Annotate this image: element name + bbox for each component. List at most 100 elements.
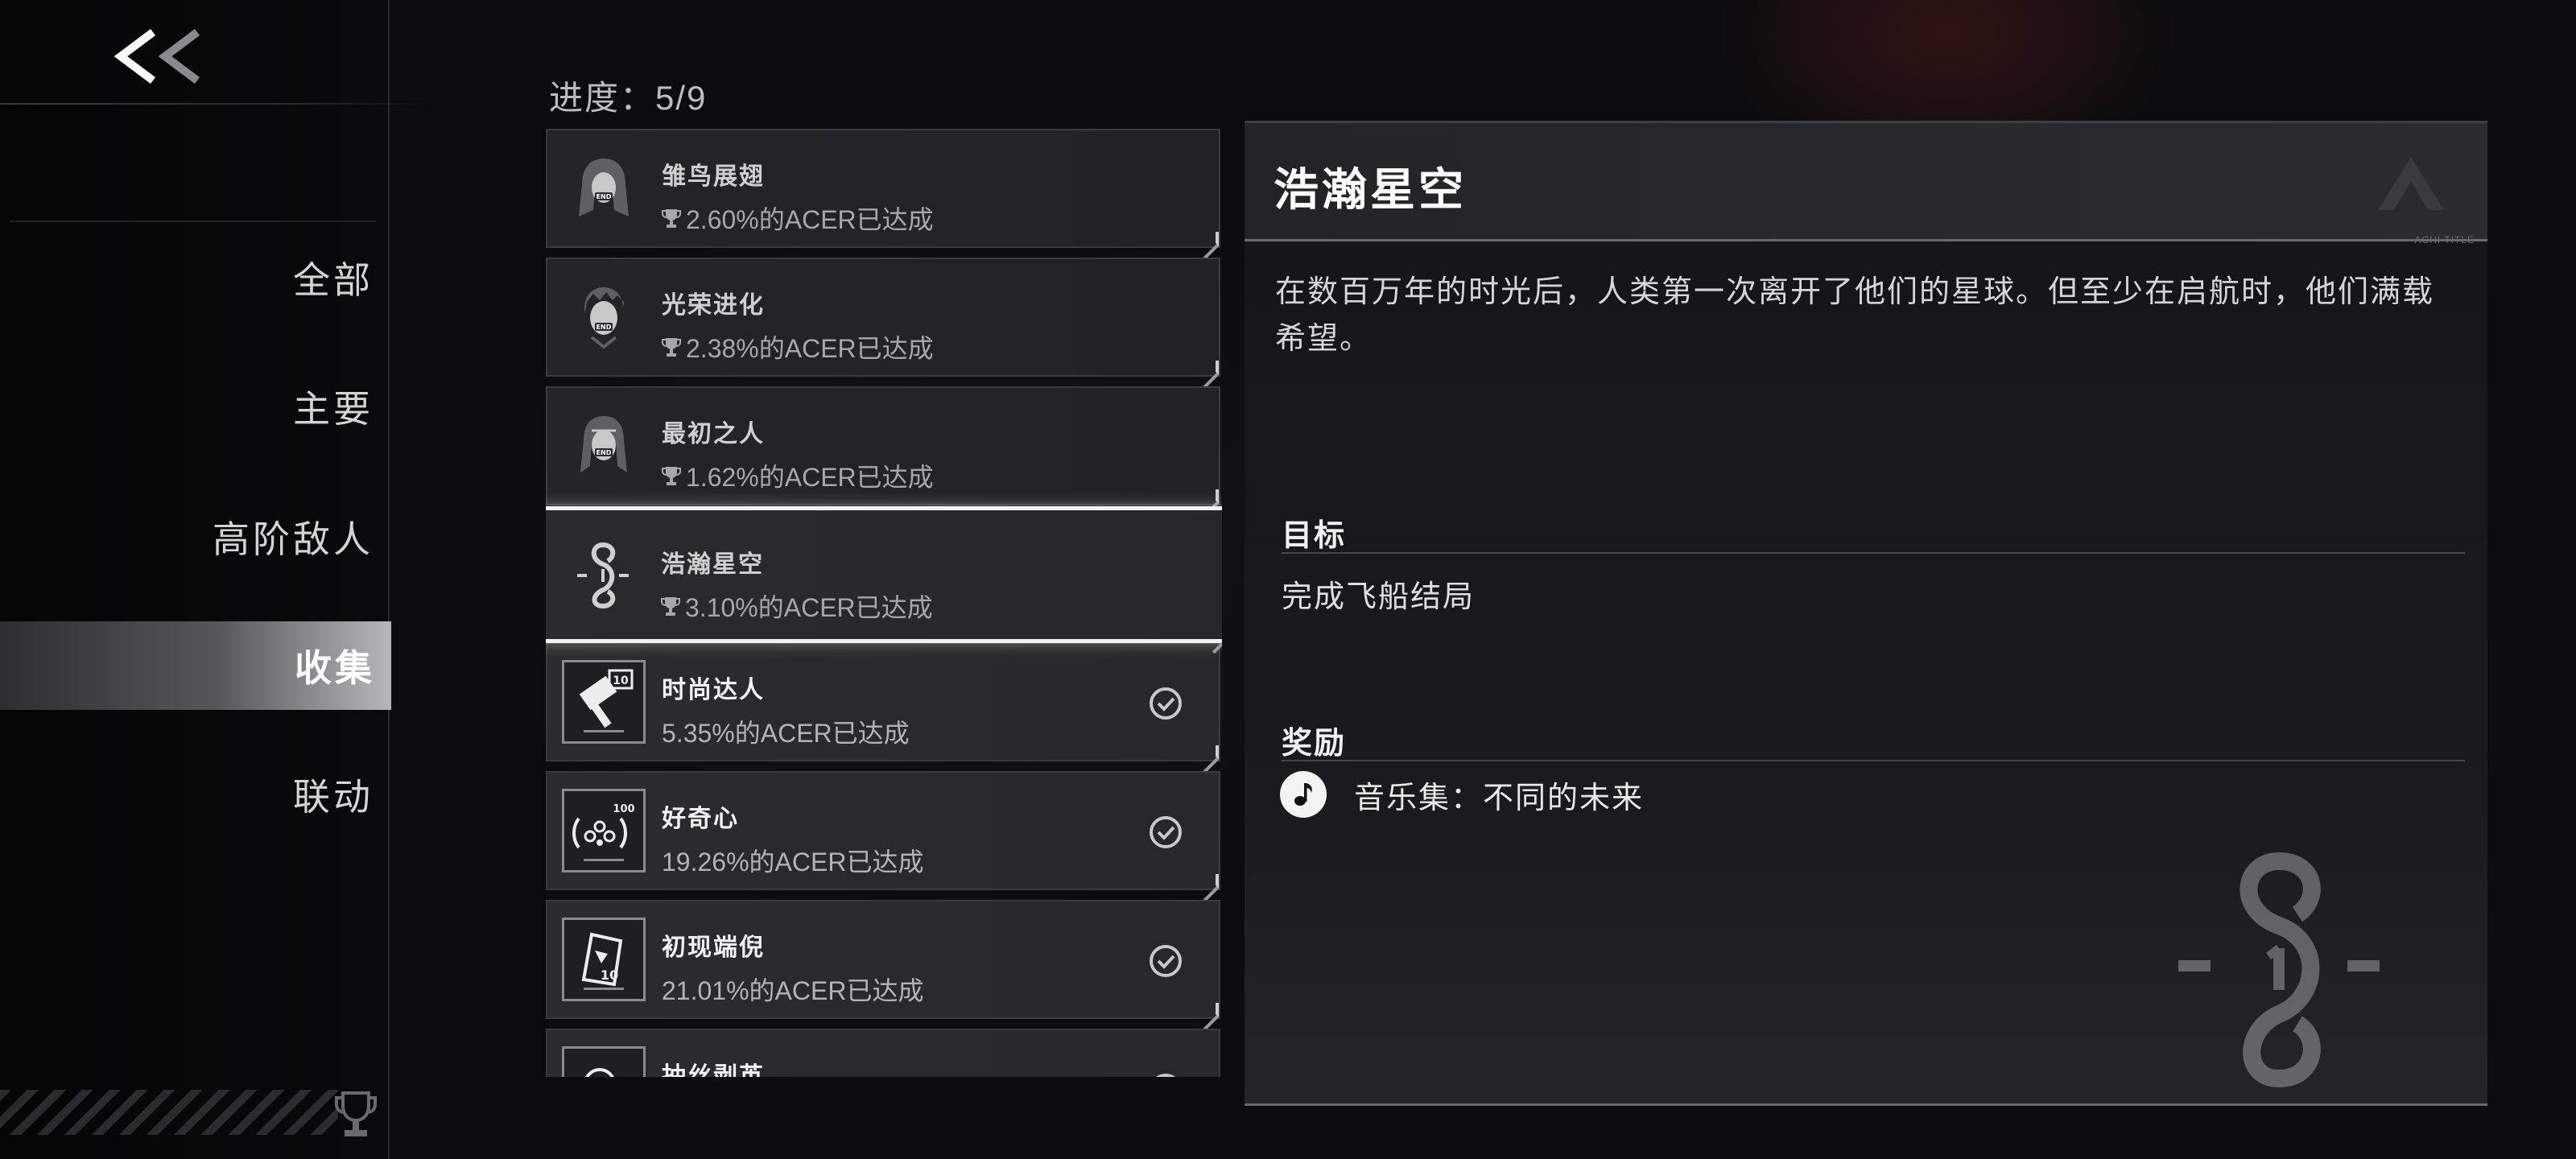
sidebar-divider [0,103,435,105]
achievement-rate-text: 21.01%的ACER已达成 [662,976,924,1005]
achievement-title: 最初之人 [662,421,765,448]
card-corner [1204,1003,1219,1017]
achievement-rate: 1.62%的ACER已达成 [662,457,934,494]
achievement-rate-text: 19.26%的ACER已达成 [662,848,924,876]
achievement-rate-text: 2.38%的ACER已达成 [686,334,934,363]
achievement-title: 浩瀚星空 [661,551,764,578]
achievement-title: 抽丝剥茧 [662,1063,765,1077]
card-corner [1204,361,1219,375]
sidebar-item-collection[interactable]: 收集 [0,621,391,710]
achievement-card[interactable]: END 光荣进化 2.38%的ACER已达成 [546,258,1220,377]
achievement-rate: 5.35%的ACER已达成 [662,713,910,750]
trophy-small-icon [662,338,681,357]
spaceship-emblem-icon [577,542,629,608]
achievement-rate: 2.38%的ACER已达成 [662,328,934,365]
achievement-icon-box: 10 [562,660,646,744]
achievement-card[interactable]: END 雏鸟展翅 2.60%的ACER已达成 [546,129,1220,248]
section-divider [1282,760,2465,761]
reward-text: 音乐集：不同的未来 [1354,781,1645,815]
achievement-icon-box [562,1046,646,1077]
trophy-icon [335,1091,377,1136]
sidebar-item-elite-enemies[interactable]: 高阶敌人 [0,493,374,581]
trophy-small-icon [661,597,680,616]
objective-text: 完成飞船结局 [1282,580,1476,614]
achievement-card[interactable]: 10 初现端倪 21.01%的ACER已达成 [546,900,1220,1019]
sidebar-item-label: 主要 [293,388,374,430]
achievement-title: 雏鸟展翅 [662,163,765,190]
end-boy-icon: END [584,287,624,349]
reward-label: 奖励 [1282,727,1347,761]
check-circle-icon [1150,945,1182,977]
card-corner [1204,874,1219,889]
card-corner [1204,745,1219,760]
svg-text:100: 100 [613,803,634,815]
hammer-10-icon: 10 [579,669,634,732]
detail-title: 浩瀚星空 [1274,164,1467,215]
header-tag: ACHI TITLE [2414,234,2475,245]
reward-item: 音乐集：不同的未来 [1280,771,1644,818]
achievement-rate: 19.26%的ACER已达成 [662,842,923,879]
acer-logo-icon [2378,157,2444,210]
progress-counter: 进度：5/9 [549,79,708,117]
achievement-title: 光荣进化 [662,292,765,319]
detail-description: 在数百万年的时光后，人类第一次离开了他们的星球。但至少在启航时，他们满载希望。 [1275,275,2435,356]
card-corner [1204,489,1219,504]
sidebar-item-all[interactable]: 全部 [0,233,374,322]
achievement-card-selected[interactable]: 浩瀚星空 3.10%的ACER已达成 [546,506,1222,643]
achievement-list[interactable]: END 雏鸟展翅 2.60%的ACER已达成 END 光荣进化 2.38%的AC… [546,126,1222,1077]
achievement-rate-text: 1.62%的ACER已达成 [686,463,934,492]
achievement-icon-box: 100 [562,789,646,872]
objective-label: 目标 [1282,519,1347,553]
sidebar-item-main[interactable]: 主要 [0,362,374,451]
spaceship-emblem-large-icon [2178,852,2380,1087]
achievement-icon-box: END [562,404,646,488]
sidebar-item-label: 高阶敌人 [213,518,374,560]
achievement-icon-box: 10 [562,918,646,1001]
sidebar-item-label: 联动 [293,776,374,818]
achievement-title: 好奇心 [662,806,739,832]
achievement-detail-panel: 浩瀚星空 ACHI TITLE 在数百万年的时光后，人类第一次离开了他们的星球。… [1245,121,2487,1106]
trophy-small-icon [662,209,681,228]
check-circle-icon [1150,687,1182,720]
svg-text:END: END [597,193,612,200]
check-circle-icon [1156,1074,1175,1077]
check-circle-icon [1150,816,1182,848]
end-girl-braids-icon: END [580,416,627,472]
back-button[interactable] [105,24,209,89]
decorative-stripes [0,1090,338,1135]
achievement-icon-box: END [562,275,646,359]
achievement-card[interactable]: 100 好奇心 19.26%的ACER已达成 [546,771,1220,890]
end-girl-icon: END [579,159,629,217]
card-corner [1215,625,1222,639]
sidebar-item-collab[interactable]: 联动 [0,750,374,839]
curiosity-100-icon: 100 [572,803,635,861]
achievement-title: 时尚达人 [662,677,765,703]
magnifier-icon [585,1068,614,1077]
sidebar-item-label: 全部 [293,259,374,301]
sidebar: 全部 主要 高阶敌人 收集 联动 [0,0,435,1159]
achievement-rate: 21.01%的ACER已达成 [662,971,923,1008]
sidebar-item-label: 收集 [295,647,375,689]
document-10-icon: 10 [581,932,624,990]
double-chevron-left-icon [114,29,200,84]
svg-text:END: END [597,324,612,331]
svg-text:10: 10 [601,967,618,983]
section-divider [1282,552,2465,554]
svg-text:10: 10 [613,674,629,687]
music-note-icon [1280,771,1327,818]
sidebar-divider [10,221,376,222]
achievement-rate-text: 3.10%的ACER已达成 [685,593,933,622]
achievement-rate-text: 2.60%的ACER已达成 [686,205,934,234]
achievement-rate-text: 5.35%的ACER已达成 [662,719,910,748]
achievement-title: 初现端倪 [662,934,765,961]
achievement-rate: 2.60%的ACER已达成 [662,200,934,237]
achievement-card[interactable]: 10 时尚达人 5.35%的ACER已达成 [546,642,1220,761]
achievement-icon-box: END [562,146,646,230]
achievement-icon-box [561,533,645,617]
achievement-card[interactable]: 抽丝剥茧 [546,1029,1220,1077]
trophy-small-icon [662,467,681,485]
svg-text:END: END [597,449,612,456]
card-corner [1204,232,1219,246]
achievement-card[interactable]: END 最初之人 1.62%的ACER已达成 [546,386,1220,505]
detail-header: 浩瀚星空 ACHI TITLE [1245,121,2487,245]
